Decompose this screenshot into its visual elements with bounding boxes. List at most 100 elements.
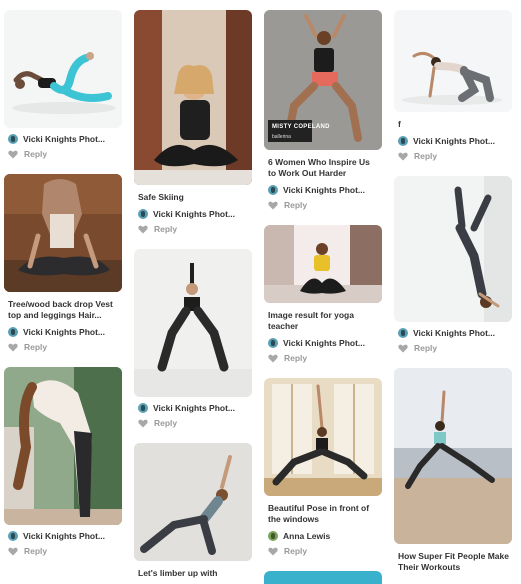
source-name[interactable]: Anna Lewis	[283, 531, 330, 541]
pin-attribution[interactable]: Vicki Knights Phot...	[134, 207, 252, 220]
pin-card[interactable]: f Vicki Knights Phot... Reply	[394, 10, 512, 162]
pin-image[interactable]	[4, 367, 122, 525]
heart-icon	[398, 344, 408, 352]
reply-button[interactable]: Reply	[264, 352, 382, 364]
source-name[interactable]: Vicki Knights Phot...	[23, 531, 105, 541]
source-name[interactable]: Vicki Knights Phot...	[413, 136, 495, 146]
user-avatar	[8, 530, 18, 541]
reply-button[interactable]: Reply	[394, 342, 512, 354]
pin-image[interactable]	[4, 10, 122, 128]
pin-description: 6 Women Who Inspire Us to Work Out Harde…	[268, 157, 370, 178]
user-avatar	[268, 530, 278, 541]
pin-attribution[interactable]: Anna Lewis	[264, 529, 382, 542]
pin-attribution[interactable]: Vicki Knights Phot...	[264, 183, 382, 196]
pin-description: Let's limber up with	[138, 568, 218, 578]
pin-description: Image result for yoga teacher	[268, 310, 354, 331]
pin-column-1: Vicki Knights Phot... Reply Tree/wood ba…	[4, 10, 122, 571]
reply-label: Reply	[284, 353, 308, 363]
pin-card[interactable]: Safe Skiing Vicki Knights Phot... Reply	[134, 10, 252, 235]
pin-image[interactable]: MISTY COPELAND ballerina	[264, 10, 382, 150]
reply-button[interactable]: Reply	[4, 341, 122, 353]
pin-board: Vicki Knights Phot... Reply Tree/wood ba…	[0, 0, 521, 584]
pin-image[interactable]	[134, 443, 252, 561]
pin-attribution[interactable]: Vicki Knights Phot...	[394, 134, 512, 147]
pin-card[interactable]: Tree/wood back drop Vest top and legging…	[4, 174, 122, 353]
reply-button[interactable]: Reply	[4, 148, 122, 160]
user-avatar	[138, 402, 148, 413]
source-name[interactable]: Vicki Knights Phot...	[283, 185, 365, 195]
image-caption-sub: ballerina	[272, 134, 291, 140]
image-caption: MISTY COPELAND	[272, 124, 330, 130]
pin-image[interactable]	[264, 225, 382, 303]
pin-attribution[interactable]: Vicki Knights Phot...	[4, 529, 122, 542]
source-name[interactable]: Vicki Knights Phot...	[23, 134, 105, 144]
user-avatar	[398, 327, 408, 338]
pin-description: f	[398, 119, 401, 129]
pin-image[interactable]	[134, 10, 252, 185]
pin-card[interactable]: Let's limber up with	[134, 443, 252, 579]
heart-icon	[138, 225, 148, 233]
pin-attribution[interactable]: Vicki Knights Phot...	[4, 132, 122, 145]
heart-icon	[8, 343, 18, 351]
reply-label: Reply	[154, 224, 178, 234]
heart-icon	[268, 201, 278, 209]
pin-card[interactable]: Vicki Knights Phot... Reply	[4, 10, 122, 160]
heart-icon	[8, 547, 18, 555]
pin-description: Tree/wood back drop Vest top and legging…	[8, 299, 113, 320]
pin-image[interactable]	[394, 368, 512, 544]
user-avatar	[138, 208, 148, 219]
reply-label: Reply	[414, 343, 438, 353]
heart-icon	[268, 547, 278, 555]
user-avatar	[398, 135, 408, 146]
pin-column-4: f Vicki Knights Phot... Reply Vicki Knig…	[394, 10, 512, 584]
pin-image[interactable]	[134, 249, 252, 397]
pin-attribution[interactable]: Vicki Knights Phot...	[264, 336, 382, 349]
pin-attribution[interactable]: Vicki Knights Phot...	[134, 401, 252, 414]
source-name[interactable]: Vicki Knights Phot...	[413, 328, 495, 338]
source-name[interactable]: Vicki Knights Phot...	[153, 209, 235, 219]
source-name[interactable]: Vicki Knights Phot...	[23, 327, 105, 337]
pin-image[interactable]	[4, 174, 122, 292]
source-name[interactable]: Vicki Knights Phot...	[153, 403, 235, 413]
pin-column-3: MISTY COPELAND ballerina 6 Women Who Ins…	[264, 10, 382, 584]
pin-card[interactable]: Vicki Knights Phot... Reply	[4, 367, 122, 557]
reply-button[interactable]: Reply	[394, 150, 512, 162]
pin-attribution[interactable]: Vicki Knights Phot...	[394, 326, 512, 339]
reply-label: Reply	[24, 546, 48, 556]
pin-image[interactable]	[264, 571, 382, 584]
reply-button[interactable]: Reply	[134, 417, 252, 429]
pin-description: Beautiful Pose in front of the windows	[268, 503, 370, 524]
source-name[interactable]: Vicki Knights Phot...	[283, 338, 365, 348]
pin-column-2: Safe Skiing Vicki Knights Phot... Reply	[134, 10, 252, 584]
pin-description: Safe Skiing	[138, 192, 184, 202]
pin-image[interactable]	[394, 10, 512, 112]
heart-icon	[8, 150, 18, 158]
pin-card[interactable]: Beautiful Pose in front of the windows A…	[264, 378, 382, 557]
reply-label: Reply	[154, 418, 178, 428]
pin-card[interactable]: MISTY COPELAND ballerina 6 Women Who Ins…	[264, 10, 382, 211]
reply-button[interactable]: Reply	[264, 545, 382, 557]
pin-card[interactable]	[264, 571, 382, 584]
reply-label: Reply	[284, 200, 308, 210]
user-avatar	[268, 184, 278, 195]
pin-card[interactable]: Image result for yoga teacher Vicki Knig…	[264, 225, 382, 364]
reply-button[interactable]: Reply	[264, 199, 382, 211]
pin-card[interactable]: How Super Fit People Make Their Workouts	[394, 368, 512, 573]
user-avatar	[8, 133, 18, 144]
user-avatar	[8, 326, 18, 337]
reply-label: Reply	[24, 342, 48, 352]
pin-card[interactable]: Vicki Knights Phot... Reply	[394, 176, 512, 354]
heart-icon	[398, 152, 408, 160]
heart-icon	[268, 354, 278, 362]
user-avatar	[268, 337, 278, 348]
reply-button[interactable]: Reply	[4, 545, 122, 557]
pin-card[interactable]: Vicki Knights Phot... Reply	[134, 249, 252, 429]
heart-icon	[138, 419, 148, 427]
pin-image[interactable]	[394, 176, 512, 322]
reply-label: Reply	[284, 546, 308, 556]
pin-image[interactable]	[264, 378, 382, 496]
pin-attribution[interactable]: Vicki Knights Phot...	[4, 325, 122, 338]
reply-label: Reply	[24, 149, 48, 159]
reply-button[interactable]: Reply	[134, 223, 252, 235]
reply-label: Reply	[414, 151, 438, 161]
